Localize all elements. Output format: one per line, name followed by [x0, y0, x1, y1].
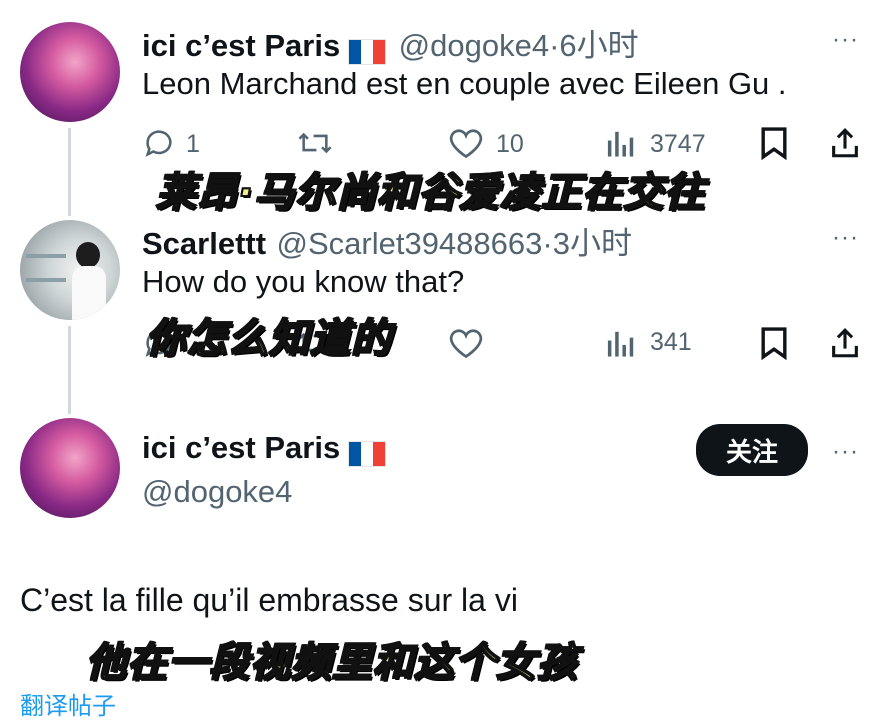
avatar[interactable]	[20, 418, 120, 518]
user-handle[interactable]: @Scarlet39488663	[277, 226, 543, 261]
like-icon[interactable]	[448, 126, 484, 160]
follow-button[interactable]: 关注	[696, 424, 808, 476]
post-time[interactable]: ·6小时	[549, 28, 639, 63]
view-count: 341	[650, 328, 692, 356]
video-subtitle: 他在一段视频里和这个女孩	[86, 639, 578, 687]
video-subtitle-wrap: 他在一段视频里和这个女孩	[86, 630, 618, 688]
more-options-icon[interactable]: ···	[832, 438, 859, 466]
reply-icon[interactable]	[142, 126, 176, 160]
like-icon[interactable]	[448, 326, 484, 360]
like-count: 10	[496, 130, 524, 158]
display-name[interactable]: Scarlettt	[142, 226, 266, 261]
post-header: Scarlettt @Scarlet39488663·3小时	[142, 218, 632, 263]
post-header: ici c’est Paris	[142, 430, 387, 467]
bookmark-icon[interactable]	[760, 326, 788, 360]
user-handle[interactable]: @dogoke4	[142, 474, 292, 510]
views-icon[interactable]	[606, 126, 636, 158]
france-flag-icon	[348, 38, 387, 65]
reply-count: 1	[186, 130, 200, 158]
bookmark-icon[interactable]	[760, 126, 788, 160]
post-text: Leon Marchand est en couple avec Eileen …	[142, 66, 787, 101]
video-subtitle: 莱昂·马尔尚和谷爱凌正在交往	[155, 169, 706, 217]
post-time[interactable]: ·3小时	[542, 226, 632, 261]
post-text: How do you know that?	[142, 264, 465, 299]
avatar[interactable]	[20, 22, 120, 122]
display-name[interactable]: ici c’est Paris	[142, 430, 340, 465]
views-icon[interactable]	[606, 326, 636, 358]
share-icon[interactable]	[828, 126, 862, 160]
more-options-icon[interactable]: ···	[832, 26, 859, 54]
display-name[interactable]: ici c’est Paris	[142, 28, 340, 63]
post-text: C’est la fille qu’il embrasse sur la vi	[20, 582, 518, 618]
repost-icon[interactable]	[296, 126, 334, 160]
more-options-icon[interactable]: ···	[832, 224, 859, 252]
user-handle[interactable]: @dogoke4	[399, 28, 549, 63]
post-header: ici c’est Paris @dogoke4·6小时	[142, 20, 639, 65]
thread-line	[68, 326, 71, 414]
avatar[interactable]	[20, 220, 120, 320]
france-flag-icon	[348, 440, 387, 467]
video-subtitle: 你怎么知道的	[145, 315, 392, 363]
thread-line	[68, 128, 71, 216]
view-count: 3747	[650, 130, 706, 158]
share-icon[interactable]	[828, 326, 862, 360]
